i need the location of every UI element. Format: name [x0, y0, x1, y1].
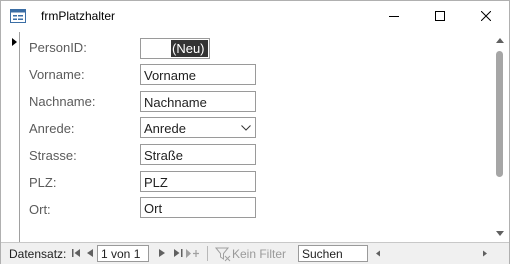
- label-anrede: Anrede:: [29, 121, 75, 136]
- record-label: Datensatz:: [9, 247, 67, 261]
- last-record-icon: [173, 249, 182, 257]
- label-ort: Ort:: [29, 202, 51, 217]
- scroll-down-icon: [495, 231, 504, 236]
- label-strasse: Strasse:: [29, 148, 77, 163]
- anrede-dropdown-button[interactable]: [237, 118, 255, 137]
- next-record-button[interactable]: [155, 246, 169, 260]
- scrollbar-thumb[interactable]: [496, 51, 503, 177]
- minimize-button[interactable]: [371, 1, 417, 31]
- strasse-field[interactable]: Straße: [140, 144, 256, 165]
- maximize-button[interactable]: [417, 1, 463, 31]
- close-button[interactable]: [463, 1, 509, 31]
- last-record-button[interactable]: [171, 246, 185, 260]
- window-title: frmPlatzhalter: [41, 9, 116, 23]
- personid-value: (Neu): [171, 40, 208, 57]
- scroll-right-icon: [483, 250, 487, 257]
- minimize-icon: [389, 16, 399, 17]
- maximize-icon: [435, 11, 445, 21]
- plz-field[interactable]: PLZ: [140, 171, 256, 192]
- previous-record-icon: [87, 249, 93, 257]
- label-plz: PLZ:: [29, 175, 57, 190]
- new-record-icon: [186, 248, 199, 258]
- scroll-left-icon: [376, 250, 380, 257]
- scroll-up-icon: [495, 38, 504, 43]
- form-icon: [10, 9, 26, 23]
- vertical-scrollbar[interactable]: [491, 32, 508, 242]
- scroll-up-button[interactable]: [491, 32, 508, 49]
- next-record-icon: [159, 249, 165, 257]
- previous-record-button[interactable]: [83, 246, 97, 260]
- search-input[interactable]: Suchen: [298, 245, 368, 262]
- label-nachname: Nachname:: [29, 94, 96, 109]
- first-record-button[interactable]: [69, 246, 83, 260]
- anrede-value: Anrede: [144, 121, 186, 136]
- current-record-arrow-icon: [12, 38, 17, 46]
- filter-icon: [214, 246, 231, 262]
- record-position-input[interactable]: 1 von 1: [97, 245, 149, 262]
- first-record-icon: [71, 249, 80, 257]
- record-navigation-bar: Datensatz: 1 von 1 Kein Filter Suchen: [1, 242, 509, 264]
- horizontal-scrollbar[interactable]: [371, 246, 491, 261]
- ort-field[interactable]: Ort: [140, 197, 256, 218]
- form-window: frmPlatzhalter PersonID: Vorname: Nachna…: [0, 0, 510, 264]
- vorname-field[interactable]: Vorname: [140, 64, 256, 85]
- personid-field[interactable]: (Neu): [140, 38, 210, 59]
- close-icon: [481, 11, 491, 21]
- chevron-down-icon: [241, 124, 251, 131]
- title-bar[interactable]: frmPlatzhalter: [1, 1, 509, 31]
- filter-status-button[interactable]: Kein Filter: [232, 247, 286, 261]
- label-personid: PersonID:: [29, 40, 87, 55]
- new-record-button[interactable]: [186, 246, 200, 260]
- nachname-field[interactable]: Nachname: [140, 91, 256, 112]
- anrede-combobox[interactable]: Anrede: [140, 117, 256, 138]
- record-selector[interactable]: [1, 32, 20, 242]
- scroll-down-button[interactable]: [491, 225, 508, 242]
- separator: [207, 246, 208, 261]
- label-vorname: Vorname:: [29, 67, 85, 82]
